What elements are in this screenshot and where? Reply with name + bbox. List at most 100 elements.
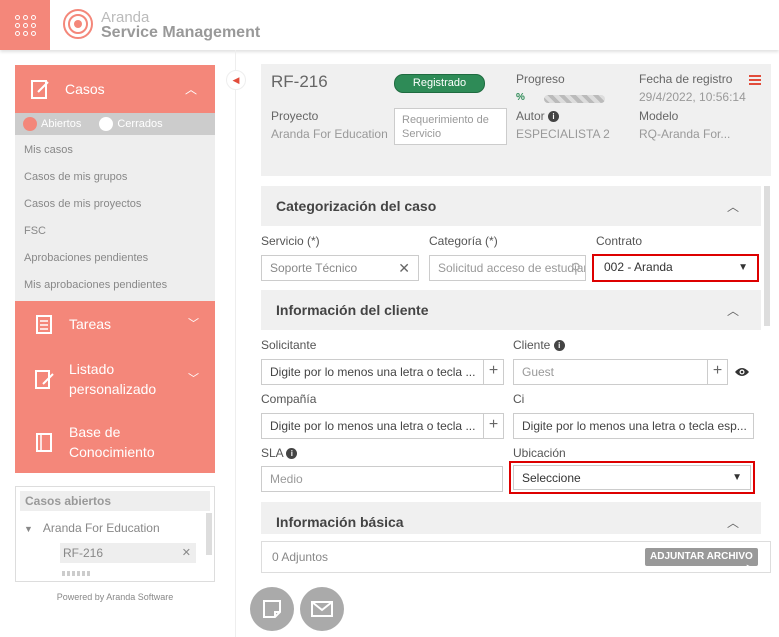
sidebar-item-fsc[interactable]: FSC [15, 218, 215, 245]
note-button[interactable] [250, 587, 294, 631]
contract-label: Contrato [596, 234, 643, 248]
client-input[interactable]: Guest + [513, 359, 728, 385]
sla-value: Medio [270, 472, 303, 486]
play-icon: ▶ [746, 563, 753, 572]
sla-label: SLA i [261, 446, 298, 460]
section-title: Categorización del caso [276, 198, 437, 214]
section-categorization[interactable]: Categorización del caso ︿ [261, 186, 761, 226]
ci-input[interactable]: Digite por lo menos una letra o tecla es… [513, 413, 754, 439]
clear-icon[interactable]: ✕ [398, 260, 410, 277]
sidebar-item-label: Base de [69, 423, 121, 440]
sidebar-item-pending-approvals[interactable]: Aprobaciones pendientes [15, 245, 215, 272]
client-value: Guest [522, 365, 555, 379]
ci-label: Ci [513, 392, 525, 406]
tree-group[interactable]: ▼ Aranda For Education [16, 515, 214, 535]
status-badge: Registrado [394, 74, 485, 93]
open-case-chip[interactable]: RF-216 ✕ [60, 543, 196, 563]
location-select[interactable]: Seleccione ▼ [513, 465, 751, 490]
form-scrollbar[interactable] [764, 186, 770, 326]
sla-label-text: SLA [261, 446, 284, 460]
contract-value: 002 - Aranda [604, 260, 673, 274]
chip-label: RF-216 [63, 546, 104, 560]
section-title: Información del cliente [276, 302, 429, 318]
sidebar-item-label-2: personalizado [69, 380, 157, 397]
caret-down-icon: ▼ [24, 524, 33, 534]
client-label: Cliente i [513, 338, 565, 352]
email-button[interactable] [300, 587, 344, 631]
company-placeholder: Digite por lo menos una letra o tecla ..… [270, 419, 476, 433]
divider [235, 50, 236, 637]
sidebar-item-my-pending-approvals[interactable]: Mis aprobaciones pendientes [15, 272, 215, 299]
add-icon[interactable]: + [483, 360, 503, 384]
scrollbar[interactable] [206, 513, 212, 555]
case-header-card: RF-216 Registrado Progreso % Fecha de re… [261, 64, 771, 176]
case-id: RF-216 [271, 72, 328, 91]
section-title: Información básica [276, 514, 404, 530]
info-icon[interactable]: i [553, 340, 565, 352]
category-value: Solicitud acceso de estudiantes [438, 261, 585, 275]
close-icon[interactable]: ✕ [182, 546, 191, 559]
sidebar-item-custom-list[interactable]: Listado personalizado ﹀ [15, 347, 215, 410]
info-icon[interactable]: i [548, 111, 560, 123]
section-client-info[interactable]: Información del cliente ︿ [261, 290, 761, 330]
add-icon[interactable]: + [483, 414, 503, 438]
aranda-logo [63, 9, 93, 39]
progress-bar [544, 95, 605, 103]
chevron-down-icon[interactable]: ﹀ [188, 314, 199, 334]
sla-field: Medio [261, 466, 503, 492]
radio-open[interactable] [23, 117, 37, 131]
app-grid-button[interactable] [0, 0, 50, 50]
sidebar-item-tasks[interactable]: Tareas ﹀ [15, 301, 215, 347]
chevron-up-icon[interactable]: ︿ [727, 198, 739, 215]
sidebar-item-knowledge-base[interactable]: Base de Conocimiento [15, 410, 215, 473]
search-icon[interactable]: ⚲ [571, 260, 581, 277]
sidebar-item-label-2: Conocimiento [69, 443, 155, 460]
service-value: Soporte Técnico [270, 261, 358, 275]
request-type-box: Requerimiento de Servicio [394, 108, 507, 145]
collapse-sidebar-button[interactable]: ◀ [226, 70, 246, 90]
info-icon[interactable]: i [286, 448, 298, 460]
category-label: Categoría (*) [429, 234, 498, 248]
author-label: Autor i [516, 109, 560, 123]
clipboard-icon [36, 315, 52, 334]
add-icon[interactable]: + [707, 360, 727, 384]
company-label: Compañía [261, 392, 317, 406]
chevron-up-icon[interactable]: ︿ [185, 81, 197, 98]
progress-percent: % [516, 92, 525, 103]
category-field[interactable]: Solicitud acceso de estudiantes⚲ [429, 255, 586, 281]
sidebar-item-group-cases[interactable]: Casos de mis grupos [15, 164, 215, 191]
case-form: Categorización del caso ︿ Servicio (*) So… [261, 186, 761, 534]
model-label: Modelo [639, 109, 679, 123]
note-icon [263, 600, 281, 618]
chevron-down-icon[interactable]: ﹀ [188, 369, 199, 389]
date-value: 29/4/2022, 10:56:14 [639, 90, 746, 104]
project-label: Proyecto [271, 109, 319, 123]
eye-icon[interactable] [734, 366, 750, 378]
radio-closed[interactable] [99, 117, 114, 131]
requester-label: Solicitante [261, 338, 317, 352]
list-icon[interactable] [749, 75, 761, 87]
attachments-bar: 0 Adjuntos ADJUNTAR ARCHIVO ▶ [261, 541, 771, 573]
project-value: Aranda For Education [271, 127, 388, 141]
sidebar-item-label: Tareas [69, 316, 112, 332]
attachments-count: 0 Adjuntos [272, 550, 329, 564]
requester-input[interactable]: Digite por lo menos una letra o tecla ..… [261, 359, 504, 385]
sidebar-item-my-cases[interactable]: Mis casos [15, 137, 215, 164]
chevron-up-icon[interactable]: ︿ [727, 302, 739, 319]
dropdown-arrow-icon: ▼ [738, 262, 748, 273]
section-basic-info[interactable]: Información básica ︿ [261, 502, 761, 534]
sidebar-item-cases[interactable]: Casos ︿ [15, 65, 215, 113]
sidebar-menu: Tareas ﹀ Listado personalizado ﹀ Base de C… [15, 301, 215, 473]
date-label: Fecha de registro [639, 72, 733, 86]
attach-file-button[interactable]: ADJUNTAR ARCHIVO ▶ [645, 548, 758, 572]
attach-file-label: ADJUNTAR ARCHIVO [650, 551, 753, 562]
sidebar-item-project-cases[interactable]: Casos de mis proyectos [15, 191, 215, 218]
open-cases-panel: Casos abiertos ▼ Aranda For Education RF-… [15, 486, 215, 582]
contract-select[interactable]: 002 - Aranda ▼ [596, 256, 756, 280]
service-field[interactable]: Soporte Técnico ✕ [261, 255, 419, 281]
edit-document-icon [31, 80, 49, 99]
company-input[interactable]: Digite por lo menos una letra o tecla ..… [261, 413, 504, 439]
sidebar: Casos ︿ Abiertos Cerrados Mis casos Caso… [15, 65, 215, 473]
case-filters: Abiertos Cerrados [15, 113, 215, 135]
chevron-up-icon[interactable]: ︿ [727, 514, 739, 531]
